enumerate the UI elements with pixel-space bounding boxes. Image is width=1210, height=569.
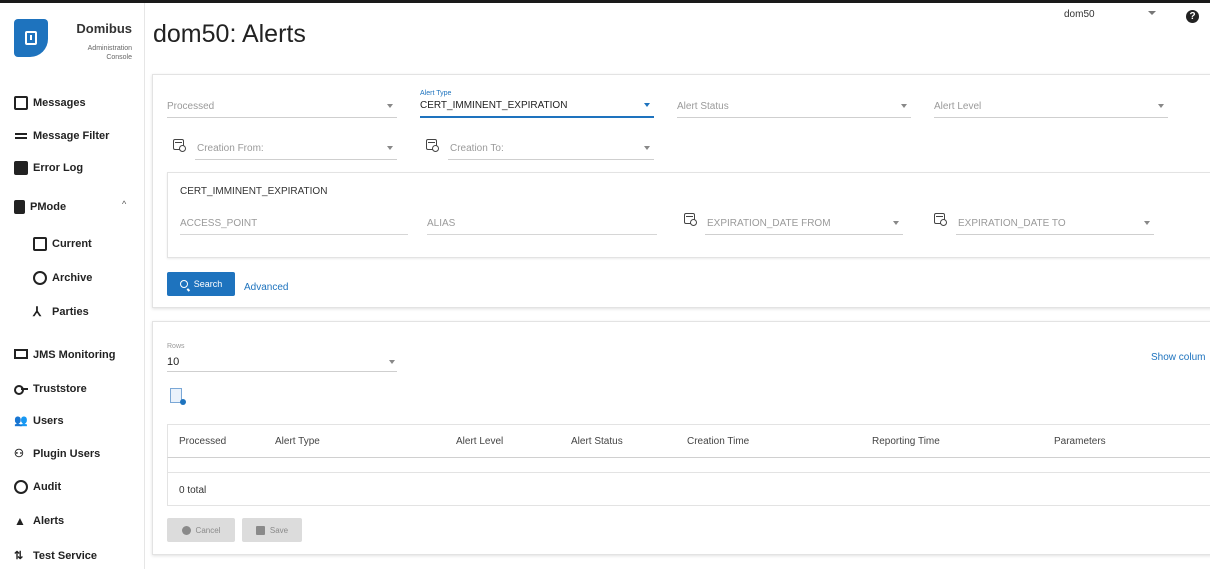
cancel-button[interactable]: Cancel [167, 518, 235, 542]
column-header-reporting-time[interactable]: Reporting Time [872, 436, 940, 447]
dropdown-arrow-icon [644, 146, 650, 150]
results-panel: Rows 10 Show colum Processed Alert Type … [152, 321, 1210, 555]
access-point-input[interactable]: ACCESS_POINT [180, 205, 408, 235]
cancel-icon [181, 525, 191, 535]
sidebar: Domibus Administration Console Messages … [0, 3, 145, 569]
app-name: Domibus [76, 21, 132, 36]
sidebar-item-users[interactable]: 👥 Users [14, 411, 64, 431]
creation-from-picker[interactable]: Creation From: [195, 130, 397, 160]
creation-to-picker[interactable]: Creation To: [448, 130, 654, 160]
filter-icon [14, 129, 28, 143]
top-border [0, 0, 1210, 3]
advanced-link[interactable]: Advanced [244, 282, 288, 293]
plugin-users-icon: ⚇ [14, 448, 24, 460]
sidebar-item-test-service[interactable]: ⇅ Test Service [14, 546, 97, 566]
dropdown-arrow-icon [1144, 221, 1150, 225]
page-title: dom50: Alerts [153, 20, 306, 48]
dropdown-arrow-icon [1158, 104, 1164, 108]
key-icon [14, 385, 28, 395]
column-header-alert-status[interactable]: Alert Status [571, 436, 623, 447]
rows-per-page-select[interactable]: 10 [167, 352, 397, 372]
rows-label: Rows [167, 343, 185, 350]
sidebar-item-plugin-users[interactable]: ⚇ Plugin Users [14, 444, 100, 464]
search-button[interactable]: Search [167, 272, 235, 296]
dropdown-arrow-icon [901, 104, 907, 108]
subpanel-title: CERT_IMMINENT_EXPIRATION [180, 186, 328, 197]
sidebar-item-archive[interactable]: Archive [33, 268, 92, 288]
calendar-icon[interactable] [173, 139, 186, 152]
sidebar-item-message-filter[interactable]: Message Filter [14, 126, 109, 146]
search-icon [179, 280, 188, 288]
alert-level-select[interactable]: Alert Level [934, 88, 1168, 118]
sidebar-item-truststore[interactable]: Truststore [14, 379, 87, 399]
column-header-alert-type[interactable]: Alert Type [275, 436, 320, 447]
expiration-date-from-picker[interactable]: EXPIRATION_DATE FROM [705, 205, 903, 235]
sidebar-item-messages[interactable]: Messages [14, 93, 86, 113]
total-count: 0 total [179, 485, 207, 496]
column-header-alert-level[interactable]: Alert Level [456, 436, 503, 447]
error-icon [14, 161, 28, 175]
calendar-icon[interactable] [426, 139, 439, 152]
calendar-icon[interactable] [684, 213, 697, 226]
table-footer: 0 total [167, 473, 1210, 506]
calendar-icon[interactable] [934, 213, 947, 226]
test-service-icon: ⇅ [14, 550, 24, 562]
parties-icon: ⅄ [33, 304, 41, 319]
app-logo[interactable]: Domibus Administration Console [14, 13, 134, 73]
sidebar-item-error-log[interactable]: Error Log [14, 158, 83, 178]
domain-select[interactable]: dom50 [1040, 6, 1160, 24]
sidebar-item-current[interactable]: Current [33, 234, 92, 254]
empty-table-body [167, 458, 1210, 473]
column-header-creation-time[interactable]: Creation Time [687, 436, 749, 447]
monitor-icon [14, 349, 28, 359]
alias-input[interactable]: ALIAS [427, 205, 657, 235]
show-columns-link[interactable]: Show colum [1151, 352, 1205, 363]
list-icon [33, 237, 47, 251]
history-icon [33, 271, 47, 285]
document-icon [14, 200, 25, 214]
dropdown-arrow-icon [644, 103, 650, 107]
alert-type-select[interactable]: Alert Type CERT_IMMINENT_EXPIRATION [420, 88, 654, 118]
dropdown-arrow-icon [387, 146, 393, 150]
alerts-table: Processed Alert Type Alert Level Alert S… [167, 424, 1210, 506]
app-subtitle: Administration Console [87, 45, 132, 61]
processed-select[interactable]: Processed [167, 88, 397, 118]
alert-icon: ▲ [14, 514, 26, 528]
sidebar-item-audit[interactable]: Audit [14, 477, 61, 497]
message-icon [14, 96, 28, 110]
sidebar-item-jms-monitoring[interactable]: JMS Monitoring [14, 345, 116, 365]
alert-type-parameters-panel: CERT_IMMINENT_EXPIRATION ACCESS_POINT AL… [167, 172, 1210, 258]
dropdown-arrow-icon [1148, 11, 1156, 15]
sidebar-item-parties[interactable]: ⅄ Parties [33, 302, 89, 322]
alert-status-select[interactable]: Alert Status [677, 88, 911, 118]
csv-export-icon[interactable] [170, 388, 186, 405]
filter-panel: Processed Alert Type CERT_IMMINENT_EXPIR… [152, 74, 1210, 308]
audit-icon [14, 480, 28, 494]
help-icon[interactable]: ? [1186, 10, 1199, 23]
expiration-date-to-picker[interactable]: EXPIRATION_DATE TO [956, 205, 1154, 235]
column-header-processed[interactable]: Processed [179, 436, 226, 447]
save-icon [255, 525, 265, 535]
dropdown-arrow-icon [893, 221, 899, 225]
sidebar-item-alerts[interactable]: ▲ Alerts [14, 511, 64, 531]
column-header-parameters[interactable]: Parameters [1054, 436, 1106, 447]
table-header: Processed Alert Type Alert Level Alert S… [167, 424, 1210, 458]
users-icon: 👥 [14, 415, 28, 427]
sidebar-item-pmode[interactable]: PMode [14, 197, 66, 217]
dropdown-arrow-icon [389, 360, 395, 364]
chevron-up-icon[interactable]: ^ [122, 199, 126, 209]
dropdown-arrow-icon [387, 104, 393, 108]
domibus-logo-icon [14, 19, 48, 57]
save-button[interactable]: Save [242, 518, 302, 542]
